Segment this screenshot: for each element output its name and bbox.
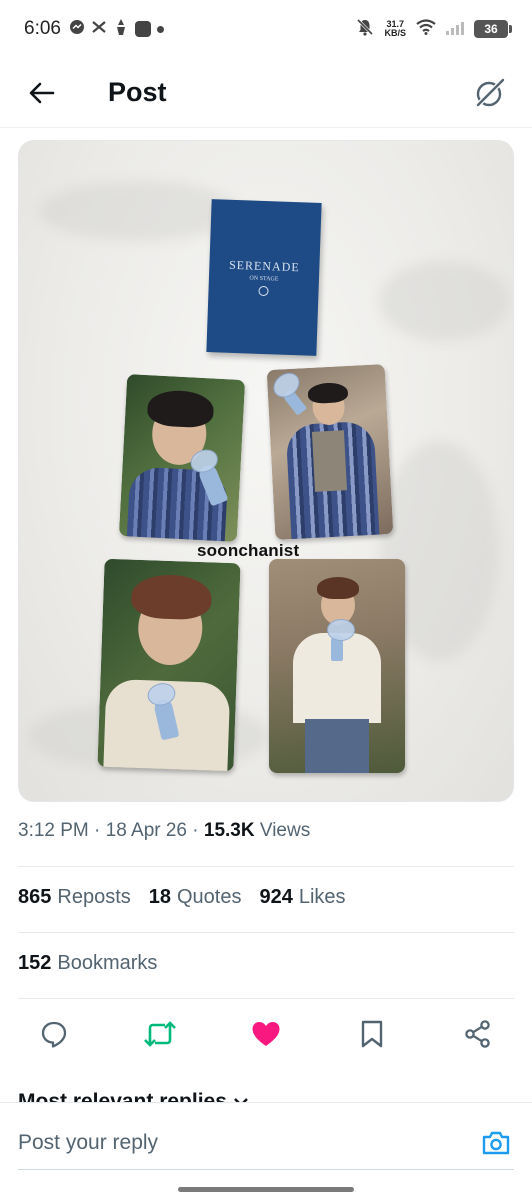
network-speed: 31.7 KB/S [384, 20, 406, 38]
photocard [269, 559, 405, 773]
views-label: Views [259, 820, 311, 841]
fabric-fold [39, 181, 239, 241]
status-time: 6:06 [24, 18, 61, 39]
views-count: 15.3K [203, 820, 255, 841]
repost-icon [144, 1021, 176, 1047]
booklet-subtitle: ON STAGE [249, 275, 279, 283]
divider [18, 932, 514, 933]
reply-button[interactable] [34, 1014, 74, 1054]
messenger-icon [69, 19, 85, 40]
likes-count: 924 [259, 886, 293, 908]
more-notifications-dot-icon [156, 25, 164, 33]
meta-separator: · [192, 820, 204, 841]
status-bar: 6:06 31.7 KB/S 36 [0, 0, 532, 58]
post-header: Post [0, 58, 532, 128]
page-title: Post [108, 77, 167, 107]
status-right-icons: 31.7 KB/S 36 [356, 18, 512, 41]
quotes-stat[interactable]: 18 Quotes [149, 886, 242, 909]
grok-icon [476, 77, 505, 106]
bookmarks-stat[interactable]: 152 Bookmarks [18, 952, 157, 975]
grok-button[interactable] [468, 71, 512, 115]
bookmark-button[interactable] [352, 1014, 392, 1054]
quotes-count: 18 [148, 886, 171, 908]
reply-icon [41, 1021, 67, 1048]
fabric-fold [379, 261, 509, 341]
app-notification-icon [113, 18, 129, 41]
bookmark-icon [361, 1020, 383, 1048]
album-booklet: SERENADE ON STAGE [206, 199, 322, 356]
post-date: 18 Apr 26 [105, 820, 187, 841]
reposts-stat[interactable]: 865 Reposts [18, 886, 131, 909]
status-notification-icons [69, 18, 164, 41]
back-button[interactable] [20, 71, 64, 115]
mute-bell-icon [356, 18, 374, 41]
likes-label: Likes [298, 886, 346, 908]
heart-filled-icon [252, 1022, 280, 1046]
home-indicator[interactable] [178, 1187, 354, 1192]
signal-icon [446, 19, 464, 40]
reposts-count: 865 [18, 886, 52, 908]
network-speed-unit: KB/S [384, 28, 406, 38]
post-image[interactable]: SERENADE ON STAGE soonchanist [18, 140, 514, 802]
post-action-bar [18, 1008, 514, 1060]
capcut-icon [91, 19, 107, 40]
wifi-icon [416, 18, 436, 40]
bookmarks-count: 152 [18, 952, 52, 974]
booklet-title: SERENADE [228, 257, 300, 275]
app-square-icon [134, 21, 151, 37]
photocard [118, 374, 246, 542]
divider [18, 998, 514, 999]
post-time: 3:12 PM [18, 820, 89, 841]
reply-composer-bar [0, 1102, 532, 1200]
booklet-emblem-icon [258, 285, 269, 297]
share-icon [465, 1020, 490, 1048]
share-button[interactable] [458, 1014, 498, 1054]
divider [18, 866, 514, 867]
photocard [97, 558, 241, 772]
image-watermark: soonchanist [197, 541, 300, 560]
reply-input[interactable] [18, 1127, 458, 1159]
battery-icon: 36 [474, 20, 512, 38]
reply-input-underline [18, 1169, 514, 1170]
camera-button[interactable] [478, 1125, 514, 1161]
like-button[interactable] [246, 1014, 286, 1054]
arrow-left-icon [29, 82, 55, 103]
quotes-label: Quotes [177, 886, 242, 908]
repost-button[interactable] [140, 1014, 180, 1054]
bookmarks-label: Bookmarks [57, 952, 158, 974]
post-meta: 3:12 PM · 18 Apr 26 · 15.3K Views [18, 820, 310, 842]
photocard [266, 364, 394, 540]
likes-stat[interactable]: 924 Likes [259, 886, 345, 909]
reposts-label: Reposts [57, 886, 131, 908]
engagement-stats: 865 Reposts 18 Quotes 924 Likes [18, 886, 346, 909]
meta-separator: · [94, 820, 106, 841]
camera-icon [482, 1131, 510, 1155]
